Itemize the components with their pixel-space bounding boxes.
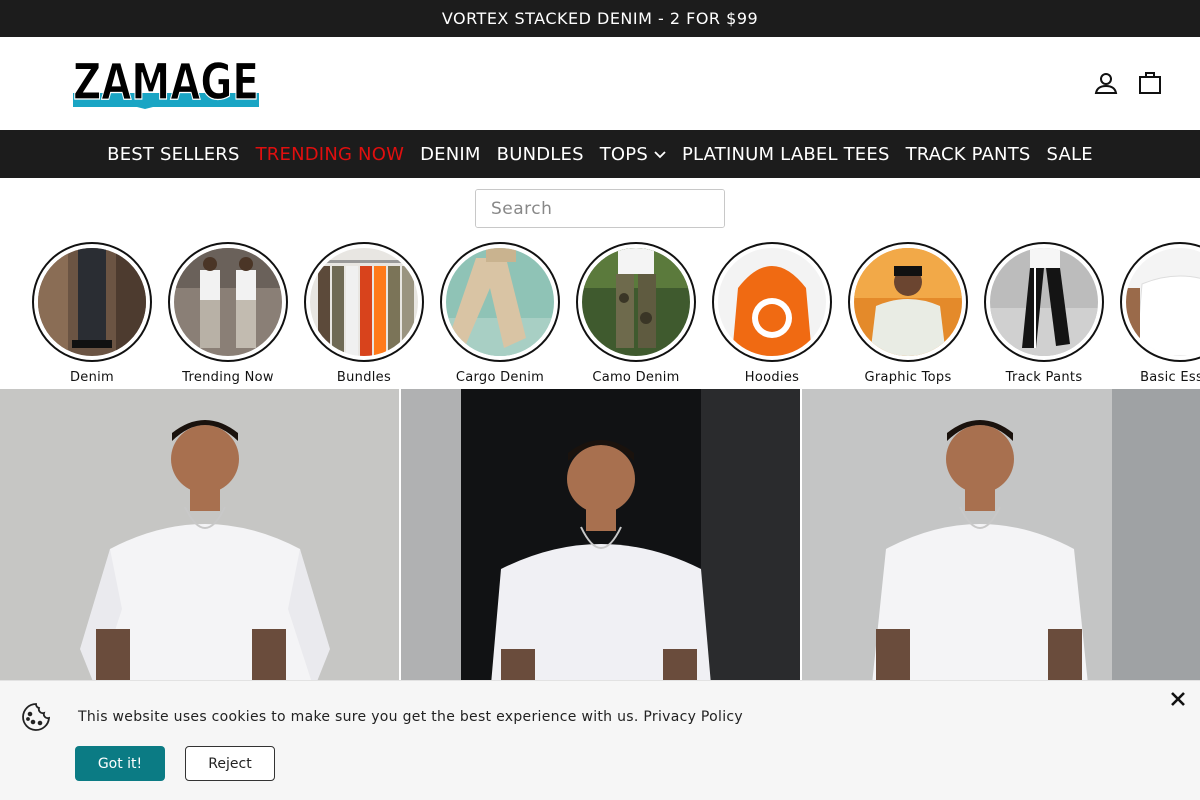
category-trending-now[interactable]: Trending Now (168, 242, 288, 385)
category-label: Graphic Tops (864, 370, 952, 385)
category-label: Track Pants (1005, 370, 1083, 385)
category-bundles[interactable]: Bundles (304, 242, 424, 385)
nav-label: PLATINUM LABEL TEES (681, 143, 890, 165)
nav-label: BUNDLES (496, 143, 584, 165)
category-cargo-denim[interactable]: Cargo Denim (440, 242, 560, 385)
nav-label: BEST SELLERS (107, 143, 240, 165)
nav-item-bundles[interactable]: BUNDLES (489, 144, 592, 165)
cookie-message-text: This website uses cookies to make sure y… (78, 709, 639, 725)
privacy-policy-link[interactable]: Privacy Policy (643, 709, 743, 725)
category-image (310, 248, 418, 356)
nav-label: TRACK PANTS (905, 143, 1031, 165)
category-image (718, 248, 826, 356)
category-label: Basic Essen (1140, 370, 1200, 385)
nav-label: DENIM (420, 143, 481, 165)
category-image (1126, 248, 1200, 356)
category-camo-denim[interactable]: Camo Denim (576, 242, 696, 385)
category-track-pants[interactable]: Track Pants (984, 242, 1104, 385)
nav-label: TOPS (599, 143, 648, 165)
site-header: ZAMAGE (0, 37, 1200, 130)
nav-item-platinum-label-tees[interactable]: PLATINUM LABEL TEES (674, 144, 898, 165)
announcement-text: VORTEX STACKED DENIM - 2 FOR $99 (441, 9, 759, 28)
category-basic-essentials[interactable]: Basic Essen (1120, 242, 1200, 385)
category-image (582, 248, 690, 356)
category-image (174, 248, 282, 356)
brand-logo[interactable]: ZAMAGE (73, 57, 259, 109)
category-label: Trending Now (182, 370, 274, 385)
category-image (854, 248, 962, 356)
cookie-message: This website uses cookies to make sure y… (78, 709, 743, 725)
main-nav: BEST SELLERS TRENDING NOW DENIM BUNDLES … (0, 130, 1200, 178)
cookie-icon (22, 703, 51, 731)
search-form (475, 189, 725, 228)
nav-item-sale[interactable]: SALE (1039, 144, 1101, 165)
category-carousel: Denim Trending Now Bundles Cargo Denim C… (0, 242, 1200, 389)
nav-label: TRENDING NOW (255, 143, 405, 165)
nav-item-track-pants[interactable]: TRACK PANTS (898, 144, 1039, 165)
nav-item-best-sellers[interactable]: BEST SELLERS (99, 144, 247, 165)
category-image (990, 248, 1098, 356)
category-denim[interactable]: Denim (32, 242, 152, 385)
category-image (38, 248, 146, 356)
chevron-down-icon (654, 151, 666, 159)
category-image (446, 248, 554, 356)
category-hoodies[interactable]: Hoodies (712, 242, 832, 385)
nav-item-denim[interactable]: DENIM (412, 144, 489, 165)
category-label: Hoodies (744, 370, 800, 385)
category-label: Bundles (336, 370, 392, 385)
nav-item-tops[interactable]: TOPS (592, 144, 674, 165)
header-actions (1094, 71, 1162, 95)
user-icon[interactable] (1094, 71, 1118, 95)
cookie-banner: This website uses cookies to make sure y… (0, 680, 1200, 800)
bag-icon[interactable] (1138, 71, 1162, 95)
reject-cookies-button[interactable]: Reject (185, 746, 275, 781)
nav-item-trending-now[interactable]: TRENDING NOW (248, 144, 412, 165)
nav-label: SALE (1046, 143, 1093, 165)
category-graphic-tops[interactable]: Graphic Tops (848, 242, 968, 385)
search-input[interactable] (476, 190, 724, 227)
announcement-bar: VORTEX STACKED DENIM - 2 FOR $99 (0, 0, 1200, 37)
category-label: Cargo Denim (455, 370, 545, 385)
category-label: Camo Denim (592, 370, 680, 385)
close-icon[interactable] (1170, 691, 1186, 707)
category-label: Denim (69, 370, 115, 385)
accept-cookies-button[interactable]: Got it! (75, 746, 165, 781)
svg-text:ZAMAGE: ZAMAGE (73, 57, 259, 109)
search-section (0, 178, 1200, 242)
